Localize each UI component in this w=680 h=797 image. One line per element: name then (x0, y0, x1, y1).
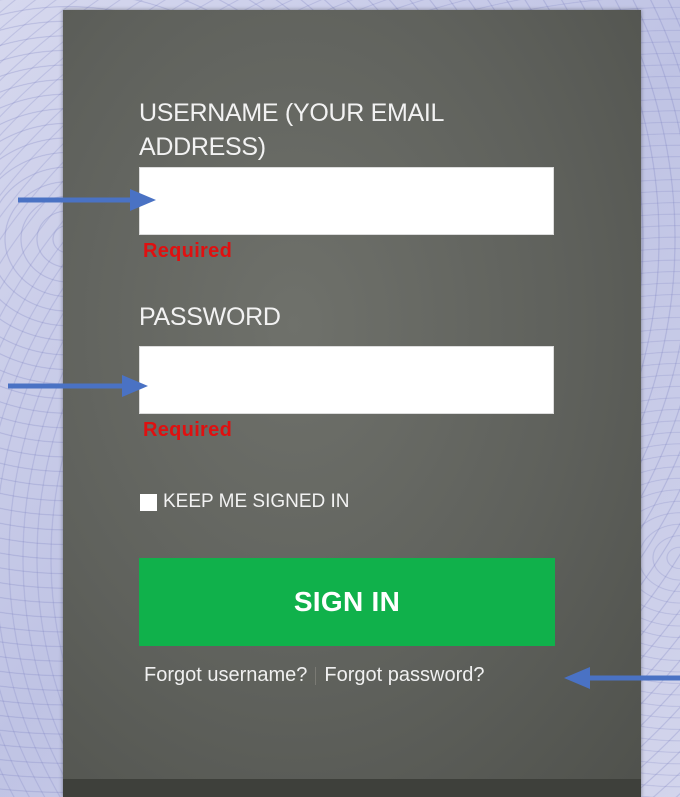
arrow-icon (564, 667, 680, 689)
keep-signed-in-label: KEEP ME SIGNED IN (163, 491, 350, 512)
arrow-icon (18, 189, 156, 211)
sign-in-button[interactable]: SIGN IN (139, 558, 555, 646)
username-input[interactable] (139, 167, 554, 235)
keep-signed-in-checkbox[interactable] (140, 493, 157, 511)
password-label: PASSWORD (139, 303, 281, 331)
username-label: USERNAME (YOUR EMAIL ADDRESS) (139, 99, 444, 161)
panel-footer (63, 779, 641, 797)
forgot-links: Forgot username? Forgot password? (144, 664, 485, 687)
username-error: Required (143, 240, 233, 262)
forgot-username-link[interactable]: Forgot username? (144, 664, 307, 687)
login-panel: USERNAME (YOUR EMAIL ADDRESS) Required P… (63, 10, 641, 797)
keep-signed-in-row[interactable]: KEEP ME SIGNED IN (140, 491, 350, 513)
forgot-password-link[interactable]: Forgot password? (324, 664, 484, 687)
arrow-icon (8, 375, 148, 397)
password-error: Required (143, 419, 233, 441)
password-input[interactable] (139, 346, 554, 414)
link-separator (315, 666, 317, 685)
